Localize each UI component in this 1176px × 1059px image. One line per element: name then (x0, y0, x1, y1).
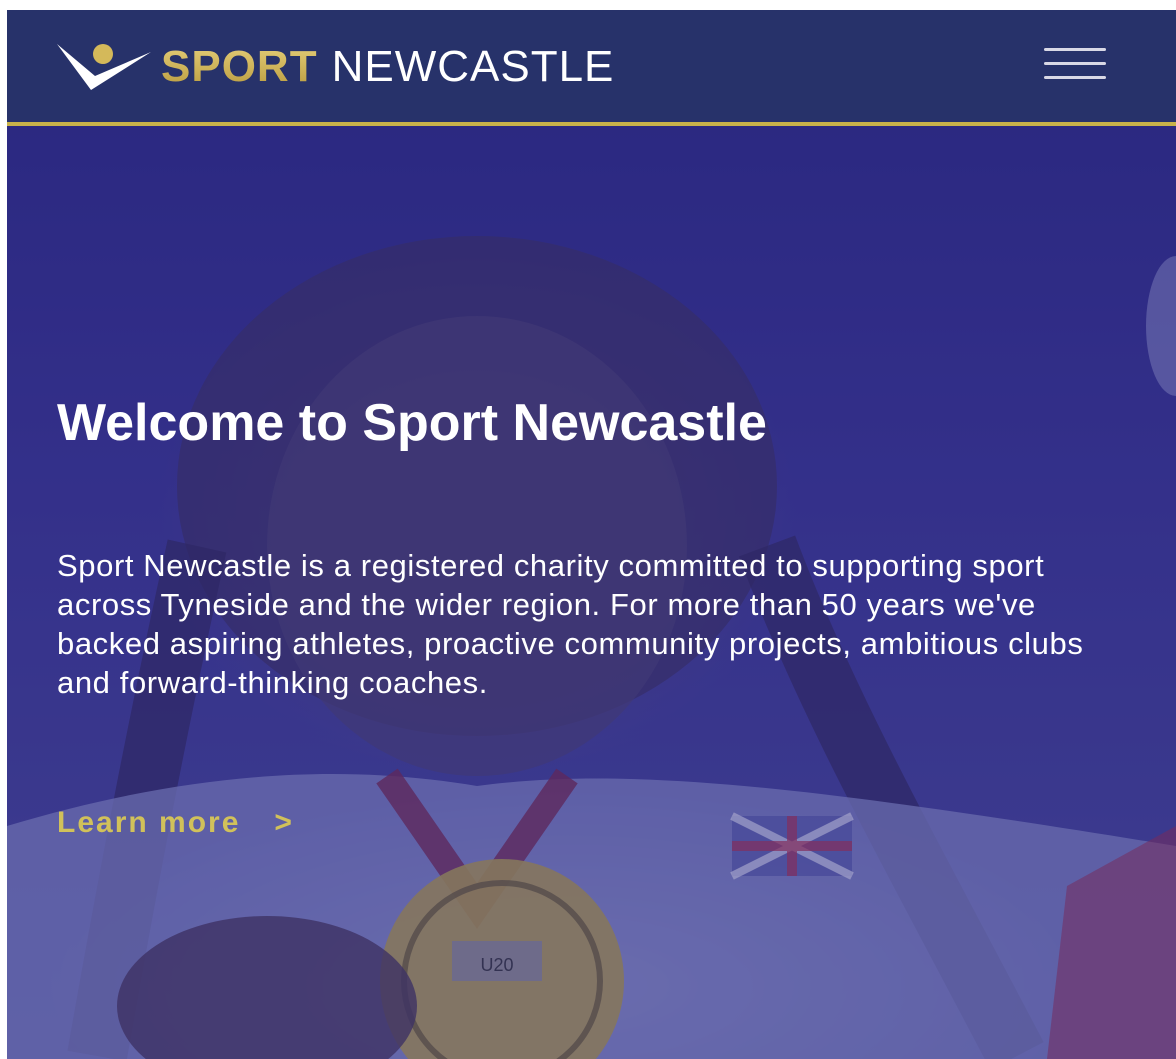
hero-description: Sport Newcastle is a registered charity … (57, 548, 1084, 700)
hero-title: Welcome to Sport Newcastle (57, 394, 767, 452)
site-header: SPORT NEWCASTLE (7, 10, 1176, 126)
logo-text-newcastle: NEWCASTLE (331, 42, 615, 91)
page-frame: SPORT NEWCASTLE U20 Welcome to Sport New… (7, 10, 1176, 1059)
hero-section: U20 Welcome to Sport Newcastle Sport New… (7, 126, 1176, 1059)
logo-text-sport: SPORT (161, 42, 318, 91)
logo-mark-icon (57, 44, 151, 90)
hamburger-menu-icon[interactable] (1044, 48, 1106, 82)
chevron-right-icon: > (274, 806, 294, 839)
site-logo[interactable]: SPORT NEWCASTLE (55, 38, 614, 96)
learn-more-label: Learn more (57, 806, 241, 839)
learn-more-link[interactable]: Learn more > (57, 806, 294, 840)
